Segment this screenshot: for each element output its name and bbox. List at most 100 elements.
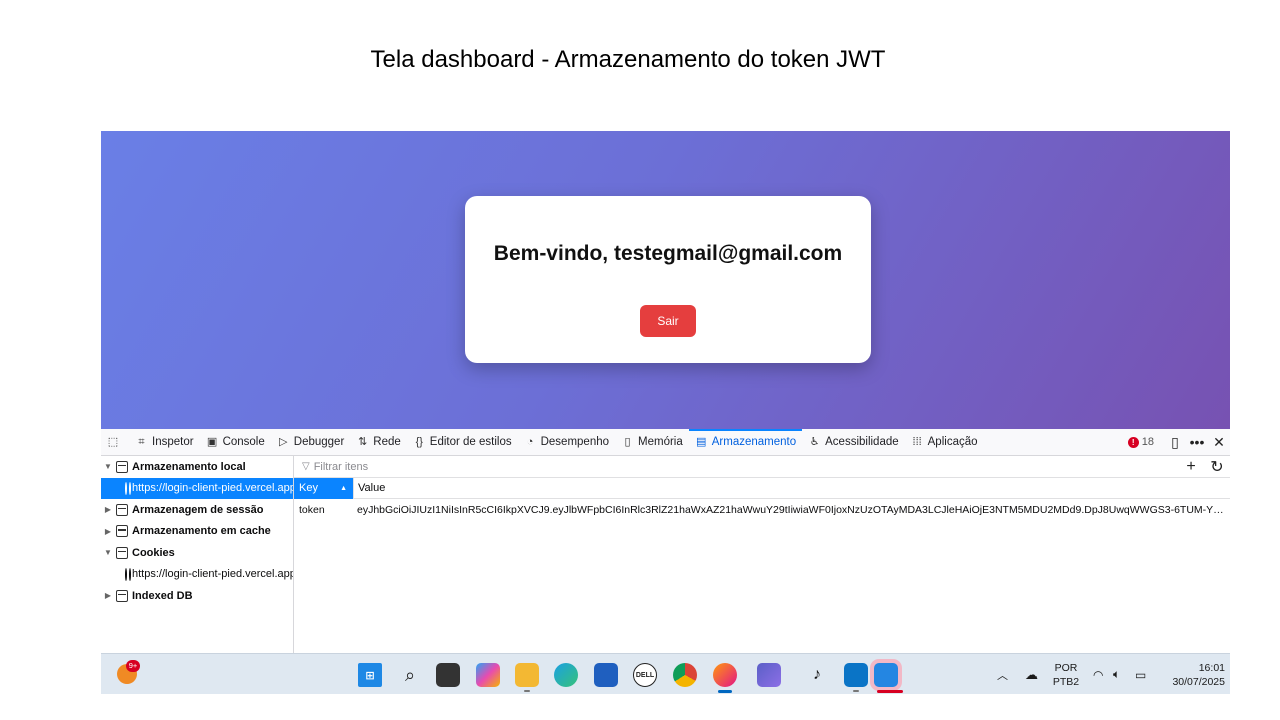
tree-label: Cookies [132, 546, 175, 559]
refresh-icon[interactable]: ↻ [1204, 457, 1230, 477]
debugger-icon: ▷ [279, 435, 288, 448]
edge-icon[interactable] [554, 663, 578, 687]
tree-cookies-origin[interactable]: https://login-client-pied.vercel.app [101, 564, 293, 586]
teams-icon[interactable] [757, 663, 781, 687]
tree-cookies[interactable]: ▼ Cookies [101, 542, 293, 564]
toolbar-right: ! 18 ▯ ••• ✕ [1127, 429, 1230, 456]
clock[interactable]: 16:01 30/07/2025 [1159, 661, 1225, 689]
tab-console[interactable]: ▣ Console [200, 429, 271, 456]
add-item-icon[interactable]: + [1178, 458, 1204, 476]
tree-indexed-db[interactable]: ▶ Indexed DB [101, 585, 293, 607]
cell-key: token [299, 504, 325, 516]
onedrive-icon[interactable]: ☁ [1025, 654, 1038, 694]
copilot-icon[interactable] [476, 663, 500, 687]
storage-sidebar: ▼ Armazenamento local https://login-clie… [101, 456, 294, 653]
collapsed-arrow-icon: ▶ [104, 591, 112, 601]
style-editor-icon: {} [415, 435, 423, 448]
firefox-icon[interactable] [713, 663, 737, 687]
taskbar: 9+ ⊞ ⌕ DELL ♪ ︿ ☁ POR PTB2 ◠ 🔈︎ ▭ 16:01 … [101, 653, 1230, 694]
dock-icon[interactable]: ▯ [1164, 434, 1186, 451]
tree-session-storage[interactable]: ▶ Armazenagem de sessão [101, 499, 293, 521]
storage-icon [116, 460, 128, 473]
filter-input[interactable]: Filtrar itens [314, 461, 368, 473]
weather-badge: 9+ [126, 660, 140, 672]
tab-label: Rede [373, 436, 401, 448]
tab-label: Aplicação [927, 436, 978, 448]
volume-icon[interactable]: 🔈︎ [1113, 654, 1120, 694]
tab-accessibility[interactable]: ♿ Acessibilidade [802, 429, 905, 456]
element-picker-button[interactable]: ⬚ [101, 429, 129, 456]
filter-icon: ▽ [302, 461, 310, 472]
tab-debugger[interactable]: ▷ Debugger [271, 429, 351, 456]
table-header: Key ▲ Value [294, 477, 1230, 499]
tab-storage[interactable]: ▤ Armazenamento [688, 428, 803, 456]
welcome-card: Bem-vindo, testegmail@gmail.com Sair [465, 196, 871, 363]
inspector-icon: ⌗ [138, 435, 145, 448]
tiktok-icon[interactable]: ♪ [805, 663, 829, 687]
storage-icon [116, 546, 128, 559]
dell-icon[interactable]: DELL [633, 663, 657, 687]
tray-chevron-icon[interactable]: ︿ [997, 654, 1008, 694]
tab-memory[interactable]: ▯ Memória [615, 429, 689, 456]
network-icon: ⇅ [358, 435, 368, 448]
battery-icon[interactable]: ▭ [1135, 654, 1146, 694]
sort-ascending-icon: ▲ [340, 484, 347, 492]
file-explorer-icon[interactable] [515, 663, 539, 687]
table-row[interactable]: token eyJhbGciOiJIUzI1NiIsInR5cCI6IkpXVC… [294, 499, 1230, 521]
cell-value: eyJhbGciOiJIUzI1NiIsInR5cCI6IkpXVCJ9.eyJ… [357, 504, 1230, 516]
slide-title: Tela dashboard - Armazenamento do token … [370, 46, 886, 73]
tree-local-storage[interactable]: ▼ Armazenamento local [101, 456, 293, 478]
tree-label: Indexed DB [132, 589, 193, 602]
tab-performance[interactable]: ◔ Desempenho [518, 429, 615, 456]
tab-application[interactable]: ⁞⁞⁞ Aplicação [905, 429, 984, 456]
close-icon[interactable]: ✕ [1208, 434, 1230, 451]
storage-icon [116, 503, 128, 516]
time: 16:01 [1198, 662, 1225, 674]
screenshot: Bem-vindo, testegmail@gmail.com Sair ⬚ ⌗… [101, 131, 1230, 694]
tab-network[interactable]: ⇅ Rede [350, 429, 407, 456]
active-indicator [718, 690, 732, 693]
tab-inspector[interactable]: ⌗ Inspetor [129, 429, 200, 456]
logout-button[interactable]: Sair [640, 305, 696, 337]
storage-icon [116, 589, 128, 602]
start-icon[interactable]: ⊞ [358, 663, 382, 687]
search-icon[interactable]: ⌕ [398, 663, 422, 687]
collapsed-arrow-icon: ▶ [104, 526, 112, 536]
picker-icon: ⬚ [107, 435, 119, 448]
tree-label: https://login-client-pied.vercel.app [132, 568, 293, 581]
error-counter[interactable]: ! 18 [1127, 436, 1154, 448]
tree-label: https://login-client-pied.vercel.app [132, 482, 293, 495]
tree-label: Armazenamento local [132, 460, 246, 473]
tab-label: Memória [638, 436, 683, 448]
more-icon[interactable]: ••• [1186, 434, 1208, 450]
devtools-toolbar: ⬚ ⌗ Inspetor ▣ Console ▷ Debugger ⇅ Rede… [101, 428, 1230, 456]
dashboard-page: Bem-vindo, testegmail@gmail.com Sair [101, 131, 1230, 429]
keyboard-layout: PTB2 [1052, 676, 1080, 688]
tree-cache-storage[interactable]: ▶ Armazenamento em cache [101, 521, 293, 543]
photos-icon[interactable] [874, 663, 898, 687]
tab-style-editor[interactable]: {} Editor de estilos [407, 429, 518, 456]
collapsed-arrow-icon: ▶ [104, 505, 112, 515]
column-value[interactable]: Value [353, 477, 385, 499]
vscode-icon[interactable] [844, 663, 868, 687]
language-indicator[interactable]: POR PTB2 [1046, 661, 1086, 689]
console-icon: ▣ [206, 435, 218, 448]
performance-icon: ◔ [526, 435, 534, 448]
filter-actions: + ↻ [1178, 457, 1230, 477]
expanded-arrow-icon: ▼ [104, 462, 112, 472]
active-indicator [877, 690, 903, 693]
tree-local-storage-origin[interactable]: https://login-client-pied.vercel.app [101, 477, 293, 499]
tab-label: Console [222, 436, 265, 448]
application-icon: ⁞⁞⁞ [912, 435, 922, 448]
column-key[interactable]: Key ▲ [294, 477, 353, 499]
chrome-icon[interactable] [673, 663, 697, 687]
task-view-icon[interactable] [436, 663, 460, 687]
wifi-icon[interactable]: ◠ [1093, 654, 1103, 694]
welcome-heading: Bem-vindo, testegmail@gmail.com [493, 242, 843, 265]
tab-label: Armazenamento [711, 436, 797, 448]
tree-label: Armazenamento em cache [132, 525, 271, 538]
running-indicator [524, 690, 530, 692]
globe-icon [125, 567, 131, 581]
store-icon[interactable] [594, 663, 618, 687]
storage-icon [116, 525, 128, 538]
